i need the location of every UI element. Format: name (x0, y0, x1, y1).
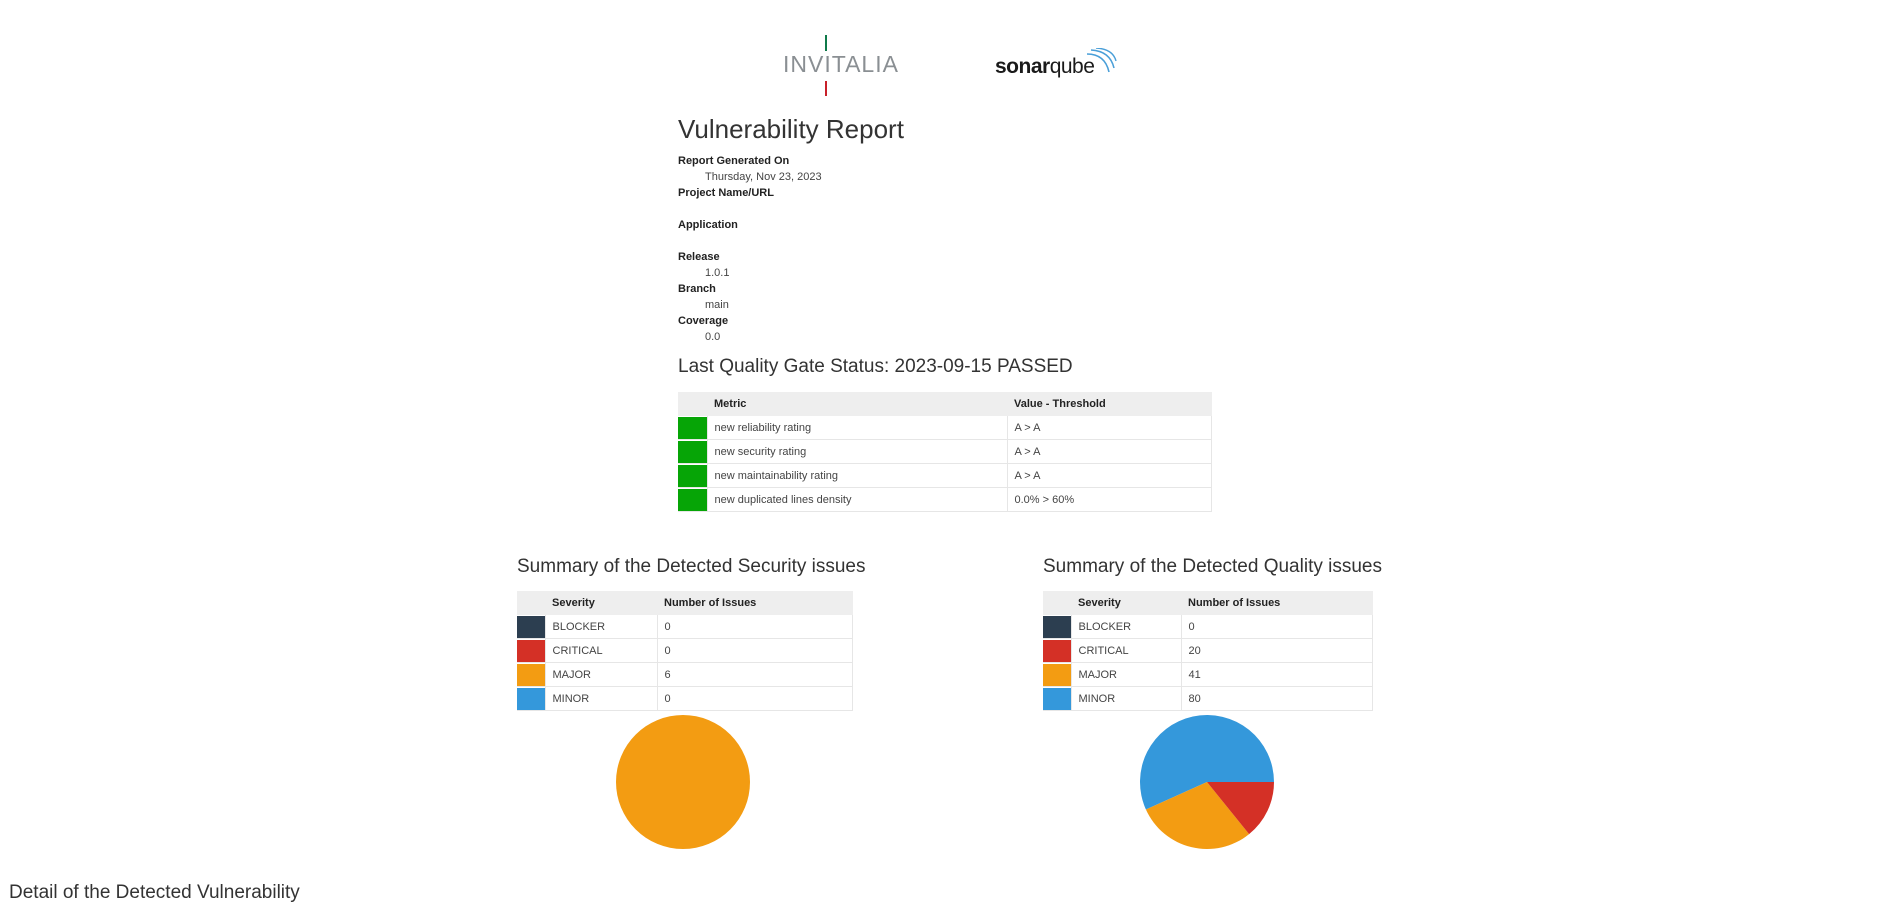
severity-swatch (1043, 639, 1071, 662)
pie-slice-major (616, 715, 750, 849)
meta-value-project (678, 201, 1178, 217)
status-swatch (678, 464, 707, 487)
severity-cell: BLOCKER (545, 615, 658, 639)
severity-cell: MINOR (545, 686, 658, 711)
table-row: new duplicated lines density 0.0% > 60% (678, 487, 1212, 512)
meta-value-application (678, 233, 1178, 249)
meta-value-generated-on: Thursday, Nov 23, 2023 (705, 171, 822, 183)
severity-swatch (1043, 615, 1071, 638)
severity-cell: CRITICAL (1071, 638, 1182, 663)
meta-value-release: 1.0.1 (705, 267, 730, 279)
count-cell: 0 (657, 686, 853, 711)
severity-cell: MAJOR (1071, 662, 1182, 687)
sonarqube-logo: sonarqube (995, 48, 1125, 88)
meta-label-release: Release (678, 251, 720, 263)
column-header-value: Value - Threshold (1007, 392, 1212, 416)
severity-cell: CRITICAL (545, 638, 658, 663)
invitalia-logo: INVITALIA (783, 32, 899, 98)
count-cell: 80 (1181, 686, 1373, 711)
quality-issues-pie-chart (1140, 715, 1274, 849)
severity-swatch (517, 615, 545, 638)
severity-swatch (517, 687, 545, 710)
security-issues-pie-chart (616, 715, 750, 849)
meta-label-coverage: Coverage (678, 315, 729, 327)
status-swatch (678, 488, 707, 511)
table-row: CRITICAL 0 (517, 638, 853, 663)
value-cell: 0.0% > 60% (1007, 487, 1212, 512)
metric-cell: new reliability rating (707, 416, 1008, 440)
status-swatch (678, 440, 707, 463)
column-header-severity: Severity (1071, 591, 1181, 615)
table-header-row: Metric Value - Threshold (678, 392, 1212, 416)
value-cell: A > A (1007, 439, 1212, 464)
quality-gate-table: Metric Value - Threshold new reliability… (678, 392, 1212, 512)
quality-gate-title: Last Quality Gate Status: 2023-09-15 PAS… (678, 356, 1073, 377)
security-summary-table: Severity Number of Issues BLOCKER 0 CRIT… (517, 591, 853, 711)
meta-label-generated-on: Report Generated On (678, 155, 790, 167)
value-cell: A > A (1007, 416, 1212, 440)
severity-cell: MAJOR (545, 662, 658, 687)
quality-summary-table: Severity Number of Issues BLOCKER 0 CRIT… (1043, 591, 1373, 711)
table-row: MAJOR 6 (517, 662, 853, 687)
value-cell: A > A (1007, 463, 1212, 488)
column-header-count: Number of Issues (1181, 591, 1373, 615)
table-row: BLOCKER 0 (1043, 615, 1373, 639)
metric-cell: new duplicated lines density (707, 487, 1008, 512)
metric-cell: new maintainability rating (707, 463, 1008, 488)
logo-green-bar (825, 35, 827, 51)
meta-label-project: Project Name/URL (678, 187, 774, 199)
logo-red-bar (825, 81, 827, 96)
meta-label-application: Application (678, 219, 738, 231)
column-header-metric: Metric (707, 392, 1007, 416)
table-header-row: Severity Number of Issues (517, 591, 853, 615)
severity-cell: BLOCKER (1071, 615, 1182, 639)
table-row: MAJOR 41 (1043, 662, 1373, 687)
severity-cell: MINOR (1071, 686, 1182, 711)
meta-label-branch: Branch (678, 283, 716, 295)
meta-value-coverage: 0.0 (705, 331, 721, 343)
table-row: MINOR 0 (517, 686, 853, 711)
table-row: MINOR 80 (1043, 686, 1373, 711)
sonar-waves-icon (1086, 48, 1117, 73)
count-cell: 0 (657, 615, 853, 639)
status-swatch (678, 416, 707, 439)
count-cell: 41 (1181, 662, 1373, 687)
count-cell: 6 (657, 662, 853, 687)
severity-swatch (517, 663, 545, 686)
column-header-severity: Severity (545, 591, 657, 615)
report-title: Vulnerability Report (678, 114, 904, 144)
table-row: BLOCKER 0 (517, 615, 853, 639)
count-cell: 0 (1181, 615, 1373, 639)
invitalia-logo-text: INVITALIA (783, 51, 899, 77)
table-row: new security rating A > A (678, 439, 1212, 464)
table-header-row: Severity Number of Issues (1043, 591, 1373, 615)
detail-section-title: Detail of the Detected Vulnerability (9, 882, 300, 903)
report-meta: Report Generated On Thursday, Nov 23, 20… (678, 153, 1178, 345)
column-header-count: Number of Issues (657, 591, 853, 615)
severity-swatch (1043, 663, 1071, 686)
severity-swatch (1043, 687, 1071, 710)
count-cell: 0 (657, 638, 853, 663)
table-row: new maintainability rating A > A (678, 463, 1212, 488)
sonarqube-logo-text: sonarqube (995, 55, 1095, 78)
metric-cell: new security rating (707, 439, 1008, 464)
security-summary-title: Summary of the Detected Security issues (517, 556, 866, 577)
meta-value-branch: main (705, 299, 729, 311)
count-cell: 20 (1181, 638, 1373, 663)
table-row: CRITICAL 20 (1043, 638, 1373, 663)
table-row: new reliability rating A > A (678, 416, 1212, 440)
quality-summary-title: Summary of the Detected Quality issues (1043, 556, 1382, 577)
severity-swatch (517, 639, 545, 662)
